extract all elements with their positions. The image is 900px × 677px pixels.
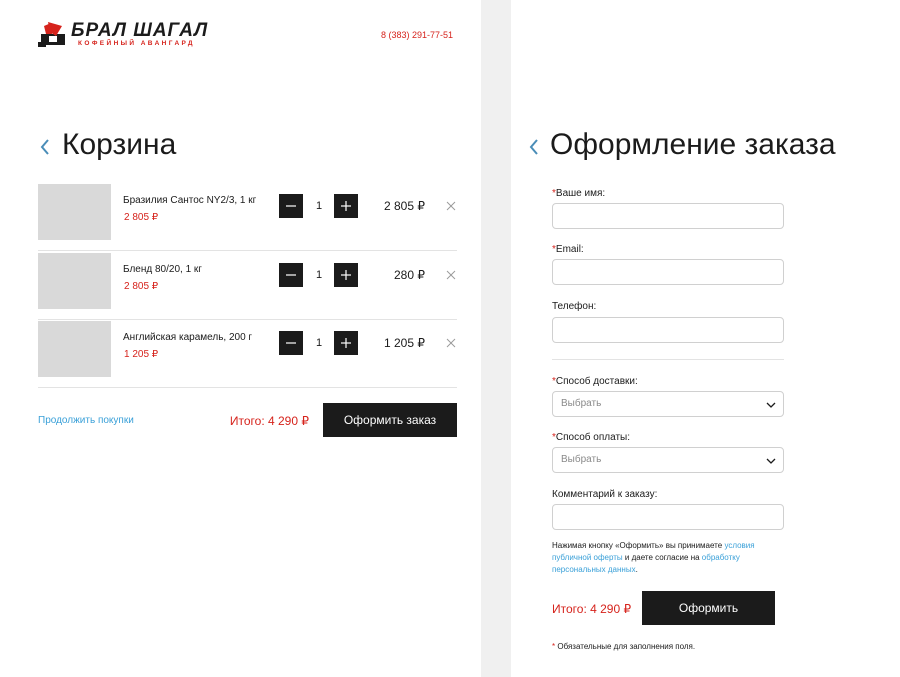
minus-icon: [286, 205, 296, 207]
consent-text-part: и даете согласие на: [622, 553, 702, 562]
checkout-button[interactable]: Оформить заказ: [323, 403, 457, 437]
continue-shopping-link[interactable]: Продолжить покупки: [38, 415, 134, 426]
delivery-label-text: Способ доставки:: [555, 376, 638, 387]
consent-text-part: .: [635, 565, 638, 574]
product-name[interactable]: Английская карамель, 200 г: [123, 332, 252, 343]
order-title: Оформление заказа: [550, 128, 836, 161]
panel-divider: [481, 0, 511, 677]
delivery-select[interactable]: Выбрать: [552, 391, 784, 417]
plus-icon: [341, 338, 351, 348]
qty-increase-button[interactable]: [334, 263, 358, 287]
cart-item: Английская карамель, 200 г 1 205 ₽ 1 1 2…: [38, 321, 457, 388]
name-label-text: Ваше имя:: [555, 188, 606, 199]
required-note-text: Обязательные для заполнения поля.: [555, 642, 696, 651]
qty-decrease-button[interactable]: [279, 194, 303, 218]
item-total: 280 ₽: [394, 268, 425, 282]
minus-icon: [286, 342, 296, 344]
plus-icon: [341, 270, 351, 280]
cart-item: Бразилия Сантос NY2/3, 1 кг 2 805 ₽ 1 2 …: [38, 184, 457, 251]
minus-icon: [286, 274, 296, 276]
logo-mark-icon: [38, 22, 65, 47]
payment-select[interactable]: Выбрать: [552, 447, 784, 473]
remove-item-close-icon[interactable]: [445, 200, 457, 212]
order-total: Итого: 4 290 ₽: [552, 602, 632, 616]
form-divider: [552, 359, 784, 360]
email-label: *Email:: [552, 244, 584, 255]
name-label: *Ваше имя:: [552, 188, 605, 199]
name-input[interactable]: [552, 203, 784, 229]
product-price: 1 205 ₽: [124, 349, 159, 360]
product-image[interactable]: [38, 184, 111, 240]
cart-title: Корзина: [62, 128, 177, 161]
chevron-down-icon: [766, 402, 776, 408]
comment-input[interactable]: [552, 504, 784, 530]
phone-label: Телефон:: [552, 301, 597, 312]
cart-back-chevron-left-icon[interactable]: [38, 137, 52, 157]
product-price: 2 805 ₽: [124, 212, 159, 223]
email-input[interactable]: [552, 259, 784, 285]
comment-label: Комментарий к заказу:: [552, 489, 658, 500]
qty-decrease-button[interactable]: [279, 331, 303, 355]
product-name[interactable]: Бленд 80/20, 1 кг: [123, 264, 202, 275]
plus-icon: [341, 201, 351, 211]
payment-label: *Способ оплаты:: [552, 432, 630, 443]
qty-value[interactable]: 1: [304, 331, 334, 355]
logo[interactable]: БРАЛ ШАГАЛ КОФЕЙНЫЙ АВАНГАРД: [38, 20, 207, 50]
qty-value[interactable]: 1: [304, 194, 334, 218]
qty-increase-button[interactable]: [334, 194, 358, 218]
qty-value[interactable]: 1: [304, 263, 334, 287]
product-image[interactable]: [38, 253, 111, 309]
product-price: 2 805 ₽: [124, 281, 159, 292]
order-panel: Оформление заказа *Ваше имя: *Email: Тел…: [511, 0, 900, 677]
order-back-chevron-left-icon[interactable]: [527, 137, 541, 157]
item-total: 2 805 ₽: [384, 199, 425, 213]
logo-title: БРАЛ ШАГАЛ: [71, 20, 209, 41]
qty-increase-button[interactable]: [334, 331, 358, 355]
remove-item-close-icon[interactable]: [445, 269, 457, 281]
logo-subtitle: КОФЕЙНЫЙ АВАНГАРД: [78, 40, 195, 47]
cart-item: Бленд 80/20, 1 кг 2 805 ₽ 1 280 ₽: [38, 253, 457, 320]
product-image[interactable]: [38, 321, 111, 377]
delivery-select-value: Выбрать: [561, 398, 602, 409]
cart-total: Итого: 4 290 ₽: [229, 414, 309, 428]
chevron-down-icon: [766, 458, 776, 464]
email-label-text: Email:: [555, 244, 584, 255]
cart-panel: БРАЛ ШАГАЛ КОФЕЙНЫЙ АВАНГАРД 8 (383) 291…: [0, 0, 481, 677]
consent-text-part: Нажимая кнопку «Оформить» вы принимаете: [552, 541, 725, 550]
payment-select-value: Выбрать: [561, 454, 602, 465]
consent-text: Нажимая кнопку «Оформить» вы принимаете …: [552, 540, 784, 576]
item-total: 1 205 ₽: [384, 336, 425, 350]
submit-order-button[interactable]: Оформить: [642, 591, 775, 625]
qty-decrease-button[interactable]: [279, 263, 303, 287]
product-name[interactable]: Бразилия Сантос NY2/3, 1 кг: [123, 195, 256, 206]
remove-item-close-icon[interactable]: [445, 337, 457, 349]
phone-input[interactable]: [552, 317, 784, 343]
required-note: * Обязательные для заполнения поля.: [552, 642, 695, 651]
payment-label-text: Способ оплаты:: [555, 432, 630, 443]
phone-link[interactable]: 8 (383) 291-77-51: [381, 30, 453, 40]
delivery-label: *Способ доставки:: [552, 376, 638, 387]
